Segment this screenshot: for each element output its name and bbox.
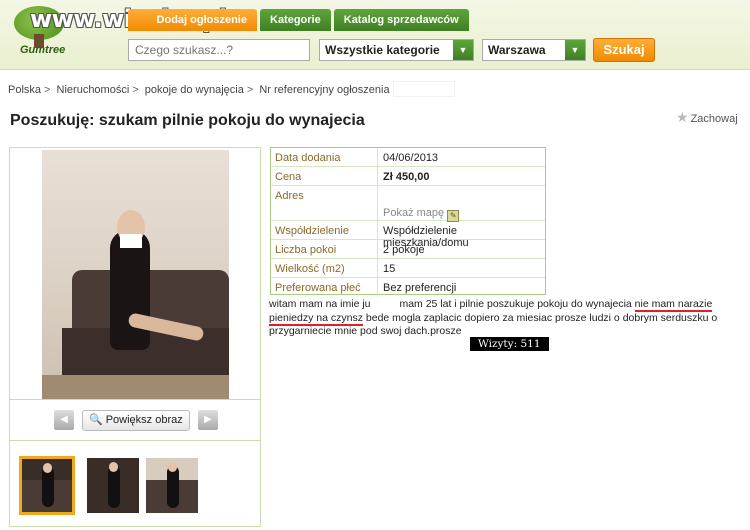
- detail-label: Wielkość (m2): [275, 263, 345, 275]
- zoom-label: Powiększ obraz: [105, 414, 183, 426]
- highlighted-text: pieniedzy na czynsz: [269, 311, 363, 326]
- show-map-link[interactable]: Pokaż mapę ✎: [383, 207, 460, 222]
- detail-row: Preferowana płeć Bez preferencji: [271, 278, 545, 297]
- highlighted-text: nie mam narazie: [634, 298, 713, 312]
- city-select[interactable]: Warszawa ▼: [482, 39, 586, 61]
- image-gallery: ◀ 🔍 Powiększ obraz ▶: [9, 147, 261, 527]
- thumbnail[interactable]: [87, 458, 139, 513]
- header: Gumtree www.wiocha.pl Dodaj ogłoszenie K…: [0, 0, 750, 70]
- thumbnail[interactable]: [146, 458, 198, 513]
- chevron-down-icon: ▼: [453, 40, 473, 60]
- detail-row: Liczba pokoi 2 pokoje: [271, 240, 545, 259]
- price-value: Zł 450,00: [383, 171, 430, 183]
- redaction-box: [370, 297, 397, 307]
- category-select[interactable]: Wszystkie kategorie ▼: [319, 39, 474, 61]
- detail-label: Adres: [275, 190, 304, 202]
- detail-row: Cena Zł 450,00: [271, 167, 545, 186]
- detail-label: Preferowana płeć: [275, 282, 361, 294]
- detail-label: Data dodania: [275, 152, 341, 164]
- listing-description: witam mam na imie ju mam 25 lat i pilnie…: [269, 297, 718, 337]
- detail-value: Bez preferencji: [383, 282, 457, 294]
- star-icon: ★: [676, 109, 689, 125]
- next-image-button[interactable]: ▶: [198, 410, 218, 430]
- tab-seller-catalog[interactable]: Katalog sprzedawców: [333, 9, 469, 31]
- image-controls: ◀ 🔍 Powiększ obraz ▶: [10, 399, 260, 441]
- search-button[interactable]: Szukaj: [593, 38, 655, 62]
- category-select-value: Wszystkie kategorie: [325, 43, 440, 57]
- redaction-box: [383, 190, 441, 202]
- search-input[interactable]: [128, 39, 310, 61]
- detail-row: Data dodania 04/06/2013: [271, 148, 545, 167]
- tab-add-listing[interactable]: Dodaj ogłoszenie: [128, 9, 257, 31]
- thumbnail[interactable]: [19, 456, 75, 515]
- redaction-box: [392, 81, 455, 97]
- detail-label: Cena: [275, 171, 302, 183]
- tab-categories[interactable]: Kategorie: [260, 9, 331, 31]
- breadcrumb: Polska > Nieruchomości > pokoje do wynajęc…: [8, 81, 455, 97]
- chevron-down-icon: ▼: [565, 40, 585, 60]
- save-button[interactable]: ★ Zachowaj: [676, 109, 738, 126]
- logo-brand-text: Gumtree: [20, 44, 66, 56]
- city-select-value: Warszawa: [488, 43, 546, 57]
- detail-value: 2 pokoje: [383, 244, 425, 256]
- detail-label: Współdzielenie: [275, 225, 349, 237]
- breadcrumb-item[interactable]: pokoje do wynajęcia: [145, 84, 244, 96]
- save-label: Zachowaj: [690, 113, 738, 125]
- detail-label: Liczba pokoi: [275, 244, 337, 256]
- visits-counter: Wizyty: 511: [470, 337, 549, 351]
- breadcrumb-item[interactable]: Nieruchomości: [57, 84, 130, 96]
- page-title: Poszukuję: szukam pilnie pokoju do wynaj…: [10, 112, 365, 129]
- detail-row: Współdzielenie Współdzielenie mieszkania…: [271, 221, 545, 249]
- face-blur: [120, 234, 142, 248]
- main-tabs: Dodaj ogłoszenie Kategorie Katalog sprze…: [128, 9, 469, 31]
- detail-row: Adres Pokaż mapę ✎: [271, 186, 545, 222]
- detail-value: 04/06/2013: [383, 152, 439, 164]
- detail-row: Wielkość (m2) 15: [271, 259, 545, 278]
- breadcrumb-item[interactable]: Polska: [8, 84, 41, 96]
- main-photo[interactable]: [42, 150, 229, 399]
- detail-value: 15: [383, 263, 396, 275]
- prev-image-button[interactable]: ◀: [54, 410, 74, 430]
- zoom-button[interactable]: 🔍 Powiększ obraz: [82, 410, 190, 431]
- magnifier-icon: 🔍: [89, 414, 103, 426]
- breadcrumb-current: Nr referencyjny ogłoszenia: [259, 84, 390, 96]
- listing-details: Data dodania 04/06/2013 Cena Zł 450,00 A…: [270, 147, 546, 297]
